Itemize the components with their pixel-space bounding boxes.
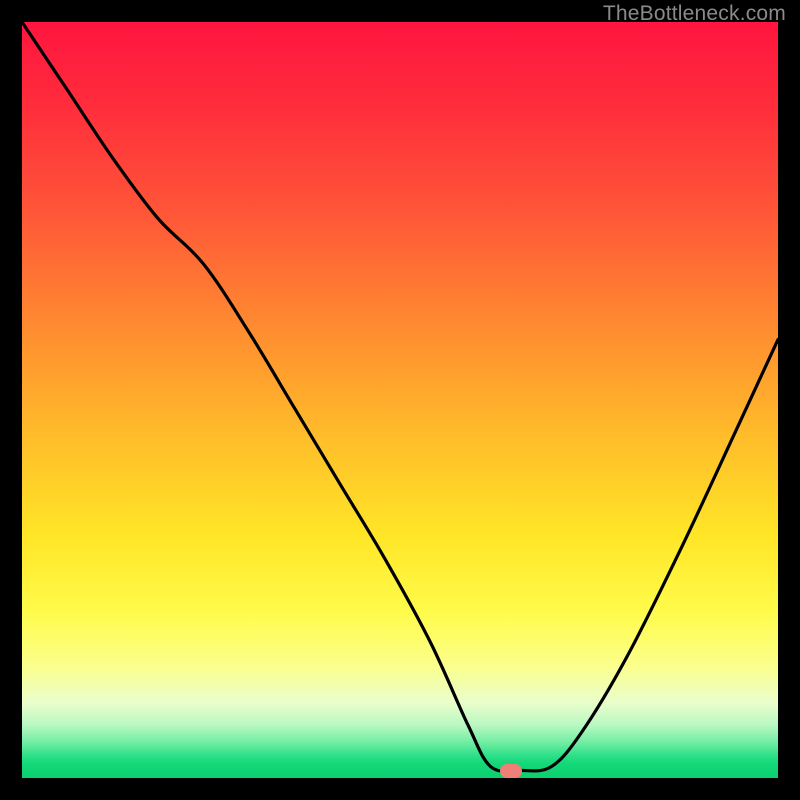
plot-area [22,22,778,778]
bottleneck-curve [22,22,778,778]
optimum-marker [500,764,522,778]
chart-frame: TheBottleneck.com [0,0,800,800]
